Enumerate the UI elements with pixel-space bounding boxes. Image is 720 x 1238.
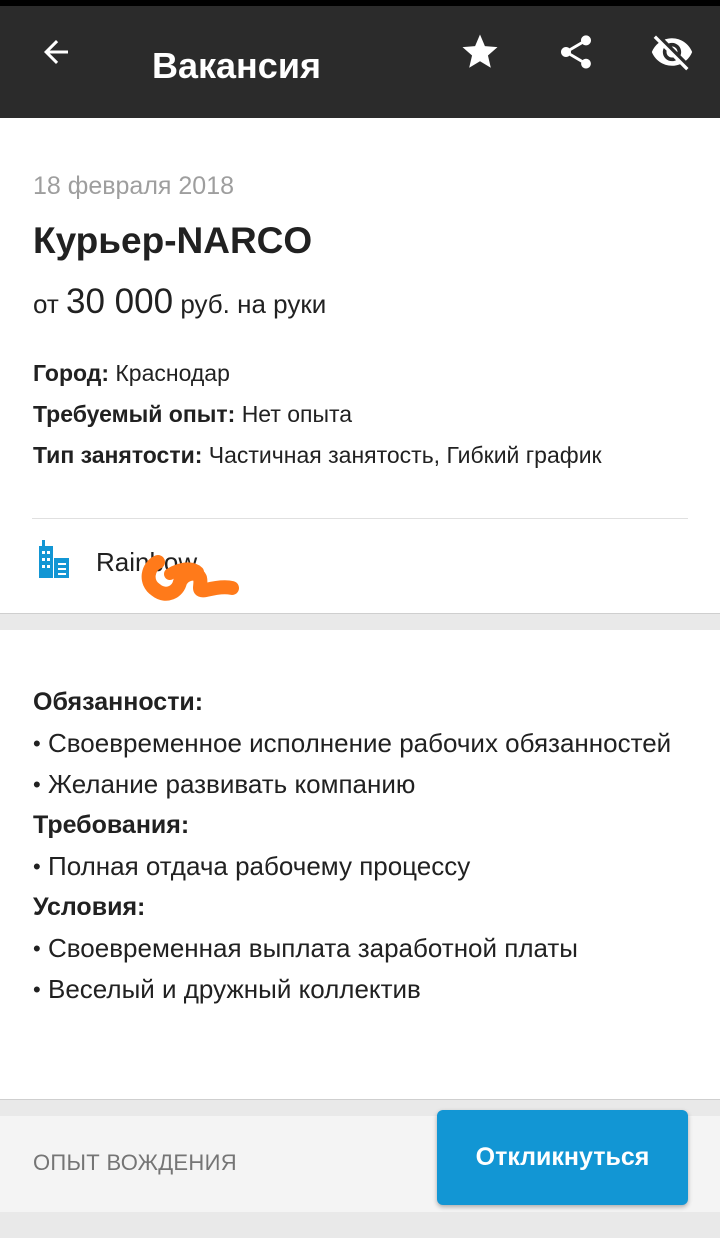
description-card: Обязанности: Своевременное исполнение ра…: [0, 630, 720, 1100]
share-icon[interactable]: [552, 28, 600, 76]
divider: [32, 518, 688, 519]
employment-type-field: Тип занятости: Частичная занятость, Гибк…: [33, 442, 602, 469]
duties-heading: Обязанности:: [33, 688, 204, 716]
requirements-heading: Требования:: [33, 811, 190, 839]
arrow-back-icon[interactable]: [32, 28, 80, 76]
publication-date: 18 февраля 2018: [33, 172, 235, 200]
salary-amount: 30 000: [66, 282, 174, 321]
salary-suffix: руб. на руки: [180, 289, 327, 319]
salary: от 30 000 руб. на руки: [33, 282, 326, 322]
scribble-overlay: [141, 555, 239, 601]
field-value: Частичная занятость, Гибкий график: [208, 442, 602, 468]
field-label: Тип занятости:: [33, 442, 203, 468]
vacancy-description: Обязанности: Своевременное исполнение ра…: [33, 682, 683, 1010]
conditions-heading: Условия:: [33, 893, 146, 921]
field-label: Требуемый опыт:: [33, 401, 236, 427]
page-title: Вакансия: [152, 45, 321, 86]
experience-field: Требуемый опыт: Нет опыта: [33, 401, 352, 428]
list-item: Своевременное исполнение рабочих обязанн…: [33, 723, 683, 764]
visibility-off-icon[interactable]: [648, 28, 696, 76]
list-item: Желание развивать компанию: [33, 764, 683, 805]
apply-button[interactable]: Откликнуться: [437, 1110, 688, 1205]
list-item: Полная отдача рабочему процессу: [33, 846, 683, 887]
vacancy-card: 18 февраля 2018 Курьер-NARCO от 30 000 р…: [0, 118, 720, 614]
field-label: Город:: [33, 360, 109, 386]
building-icon: [36, 539, 72, 585]
list-item: Веселый и дружный коллектив: [33, 969, 683, 1010]
list-item: Своевременная выплата заработной платы: [33, 928, 683, 969]
star-icon[interactable]: [456, 28, 504, 76]
driving-experience-label: ОПЫТ ВОЖДЕНИЯ: [33, 1150, 237, 1175]
vacancy-title: Курьер-NARCO: [33, 220, 313, 261]
field-value: Нет опыта: [241, 401, 353, 427]
field-value: Краснодар: [115, 360, 230, 386]
city-field: Город: Краснодар: [33, 360, 230, 387]
salary-prefix: от: [33, 289, 59, 319]
app-bar: Вакансия: [0, 0, 720, 118]
